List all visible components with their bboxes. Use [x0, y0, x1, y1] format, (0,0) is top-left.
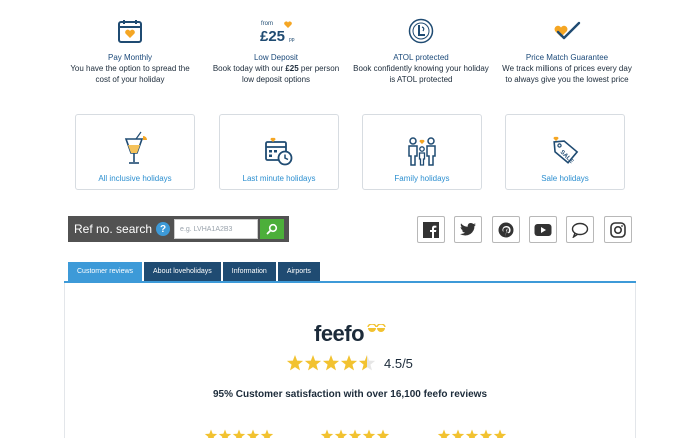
- help-icon[interactable]: ?: [156, 222, 171, 236]
- card-label: Family holidays: [394, 174, 450, 183]
- review-star: [437, 429, 451, 438]
- rating-star: [304, 355, 322, 371]
- tab-about[interactable]: About loveholidays: [144, 262, 221, 281]
- review-stars: [204, 429, 274, 438]
- card-family[interactable]: Family holidays: [362, 114, 482, 190]
- benefit-desc: Book today with our £25 per person low d…: [212, 64, 340, 84]
- tab-bar: Customer reviews About loveholidays Info…: [68, 262, 322, 281]
- review-star: [246, 429, 260, 438]
- card-all-inclusive[interactable]: All inclusive holidays: [75, 114, 195, 190]
- review-star: [348, 429, 362, 438]
- benefit-title: ATOL protected: [393, 53, 449, 62]
- feefo-eyes-icon: [367, 324, 386, 332]
- review-stars: [320, 429, 390, 438]
- card-label: Last minute holidays: [242, 174, 316, 183]
- review-star: [479, 429, 493, 438]
- review-star: [320, 429, 334, 438]
- instagram-icon[interactable]: [604, 216, 632, 243]
- benefit-price-match: Price Match Guarantee We track millions …: [499, 14, 635, 85]
- benefit-pay-monthly: Pay Monthly You have the option to sprea…: [62, 14, 198, 85]
- card-label: Sale holidays: [541, 174, 589, 183]
- sale-tag-icon: SALE: [506, 115, 624, 167]
- ref-search-bar: Ref no. search ?: [68, 216, 289, 242]
- review-star: [334, 429, 348, 438]
- benefit-title: Low Deposit: [253, 53, 299, 62]
- search-button[interactable]: [260, 219, 285, 239]
- card-label: All inclusive holidays: [98, 174, 172, 183]
- from-25pp-badge-icon: from £25 pp: [208, 14, 344, 48]
- rating-star: [358, 355, 376, 371]
- card-last-minute[interactable]: Last minute holidays: [219, 114, 339, 190]
- tab-airports[interactable]: Airports: [277, 262, 320, 281]
- review-stars: [437, 429, 507, 438]
- badge-from: from: [261, 21, 273, 27]
- rating-stars: [286, 355, 376, 371]
- benefit-desc: We track millions of prices every day to…: [502, 64, 632, 84]
- benefit-low-deposit: from £25 pp Low Deposit Book today with …: [208, 14, 344, 85]
- twitter-icon[interactable]: [454, 216, 482, 243]
- heart-check-icon: [499, 14, 635, 48]
- badge-amount: £25: [260, 28, 285, 45]
- atol-logo-icon: [353, 14, 489, 48]
- search-icon: [266, 223, 278, 235]
- facebook-icon[interactable]: [417, 216, 445, 243]
- card-sale[interactable]: SALE Sale holidays: [505, 114, 625, 190]
- benefit-title: Pay Monthly: [107, 53, 153, 62]
- badge-unit: pp: [289, 37, 295, 43]
- benefits-row: Pay Monthly You have the option to sprea…: [62, 14, 638, 96]
- feefo-summary: 95% Customer satisfaction with over 16,1…: [213, 389, 487, 400]
- review-star: [362, 429, 376, 438]
- review-star: [465, 429, 479, 438]
- rating-star: [286, 355, 304, 371]
- feefo-logo: feefo: [314, 321, 365, 346]
- review-star: [376, 429, 390, 438]
- review-star: [493, 429, 507, 438]
- rating-star: [322, 355, 340, 371]
- chat-icon[interactable]: [566, 216, 594, 243]
- benefit-desc: You have the option to spread the cost o…: [70, 64, 190, 84]
- youtube-icon[interactable]: [529, 216, 557, 243]
- benefit-title: Price Match Guarantee: [525, 53, 609, 62]
- rating-row: 4.5/5: [286, 354, 413, 372]
- pinterest-icon[interactable]: [492, 216, 520, 243]
- tab-information[interactable]: Information: [222, 262, 276, 281]
- review-star: [451, 429, 465, 438]
- tab-customer-reviews[interactable]: Customer reviews: [68, 262, 143, 281]
- review-star: [232, 429, 246, 438]
- cocktail-icon: [76, 115, 194, 167]
- rating-star: [340, 355, 358, 371]
- review-star: [218, 429, 232, 438]
- ref-search-input[interactable]: [174, 219, 259, 239]
- review-star: [260, 429, 274, 438]
- rating-value: 4.5/5: [384, 355, 413, 371]
- calendar-clock-icon: [220, 115, 338, 167]
- calendar-heart-icon: [62, 14, 198, 48]
- family-icon: [363, 115, 481, 167]
- review-star: [204, 429, 218, 438]
- benefit-atol: ATOL protected Book confidently knowing …: [353, 14, 489, 85]
- ref-search-label: Ref no. search: [74, 222, 153, 236]
- benefit-desc: Book confidently knowing your holiday is…: [353, 64, 489, 84]
